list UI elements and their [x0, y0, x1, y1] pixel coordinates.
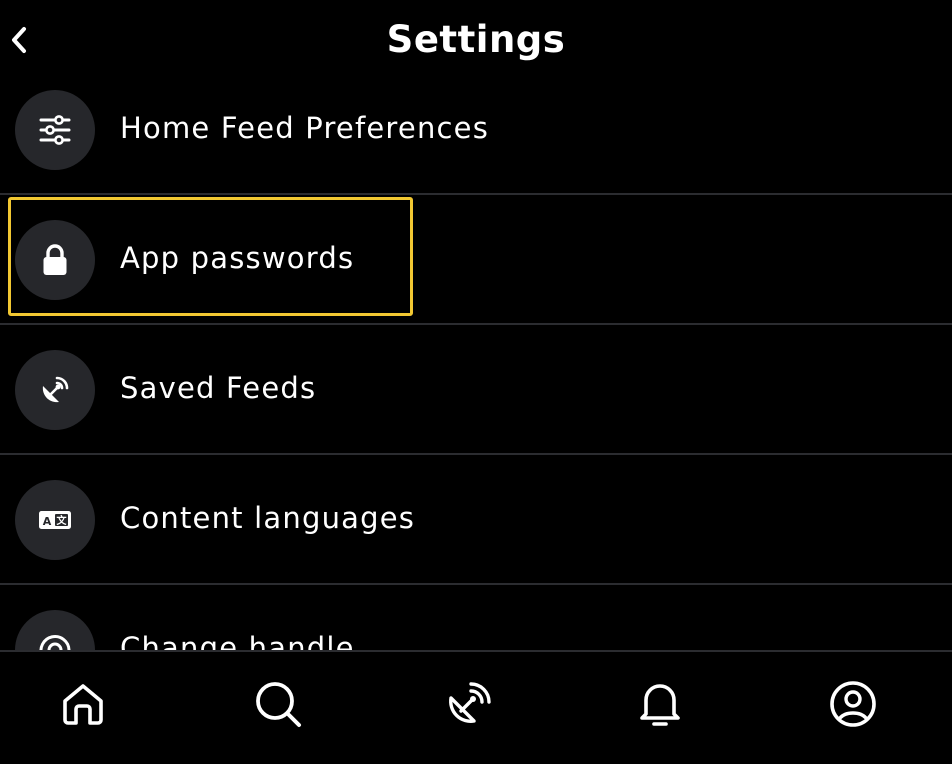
settings-item-content-languages[interactable]: A 文 Content languages	[0, 455, 952, 584]
page-title: Settings	[386, 18, 566, 61]
tab-home[interactable]	[55, 676, 111, 732]
icon-circle	[15, 610, 95, 650]
svg-text:文: 文	[57, 514, 68, 527]
satellite-dish-icon	[449, 682, 491, 723]
settings-item-home-feed-preferences[interactable]: Home Feed Preferences	[0, 65, 952, 194]
settings-item-app-passwords[interactable]: App passwords	[0, 195, 952, 324]
settings-item-label: App passwords	[120, 241, 355, 275]
lock-icon	[43, 244, 67, 275]
at-sign-icon	[39, 635, 71, 650]
icon-circle	[15, 350, 95, 430]
satellite-dish-icon	[42, 376, 69, 403]
tab-feeds[interactable]	[441, 676, 497, 732]
bell-icon	[640, 684, 680, 726]
tab-notifications[interactable]	[632, 676, 688, 732]
tab-profile[interactable]	[825, 676, 881, 732]
icon-circle: A 文	[15, 480, 95, 560]
settings-list[interactable]: Home Feed Preferences App passwords Save…	[0, 0, 952, 650]
settings-item-label: Home Feed Preferences	[120, 111, 490, 145]
settings-item-change-handle[interactable]: Change handle	[0, 585, 952, 650]
icon-circle	[15, 90, 95, 170]
home-icon	[63, 684, 103, 725]
user-circle-icon	[830, 681, 876, 727]
settings-item-label: Saved Feeds	[120, 371, 317, 405]
search-icon	[256, 682, 301, 727]
settings-item-label: Content languages	[120, 501, 416, 535]
translate-icon: A 文	[39, 511, 71, 529]
bottom-nav	[0, 650, 952, 764]
svg-text:A: A	[43, 515, 52, 528]
settings-item-saved-feeds[interactable]: Saved Feeds	[0, 325, 952, 454]
settings-item-label: Change handle	[120, 631, 355, 650]
header: Settings	[0, 0, 952, 84]
tab-search[interactable]	[250, 676, 306, 732]
icon-circle	[15, 220, 95, 300]
sliders-icon	[39, 115, 71, 145]
